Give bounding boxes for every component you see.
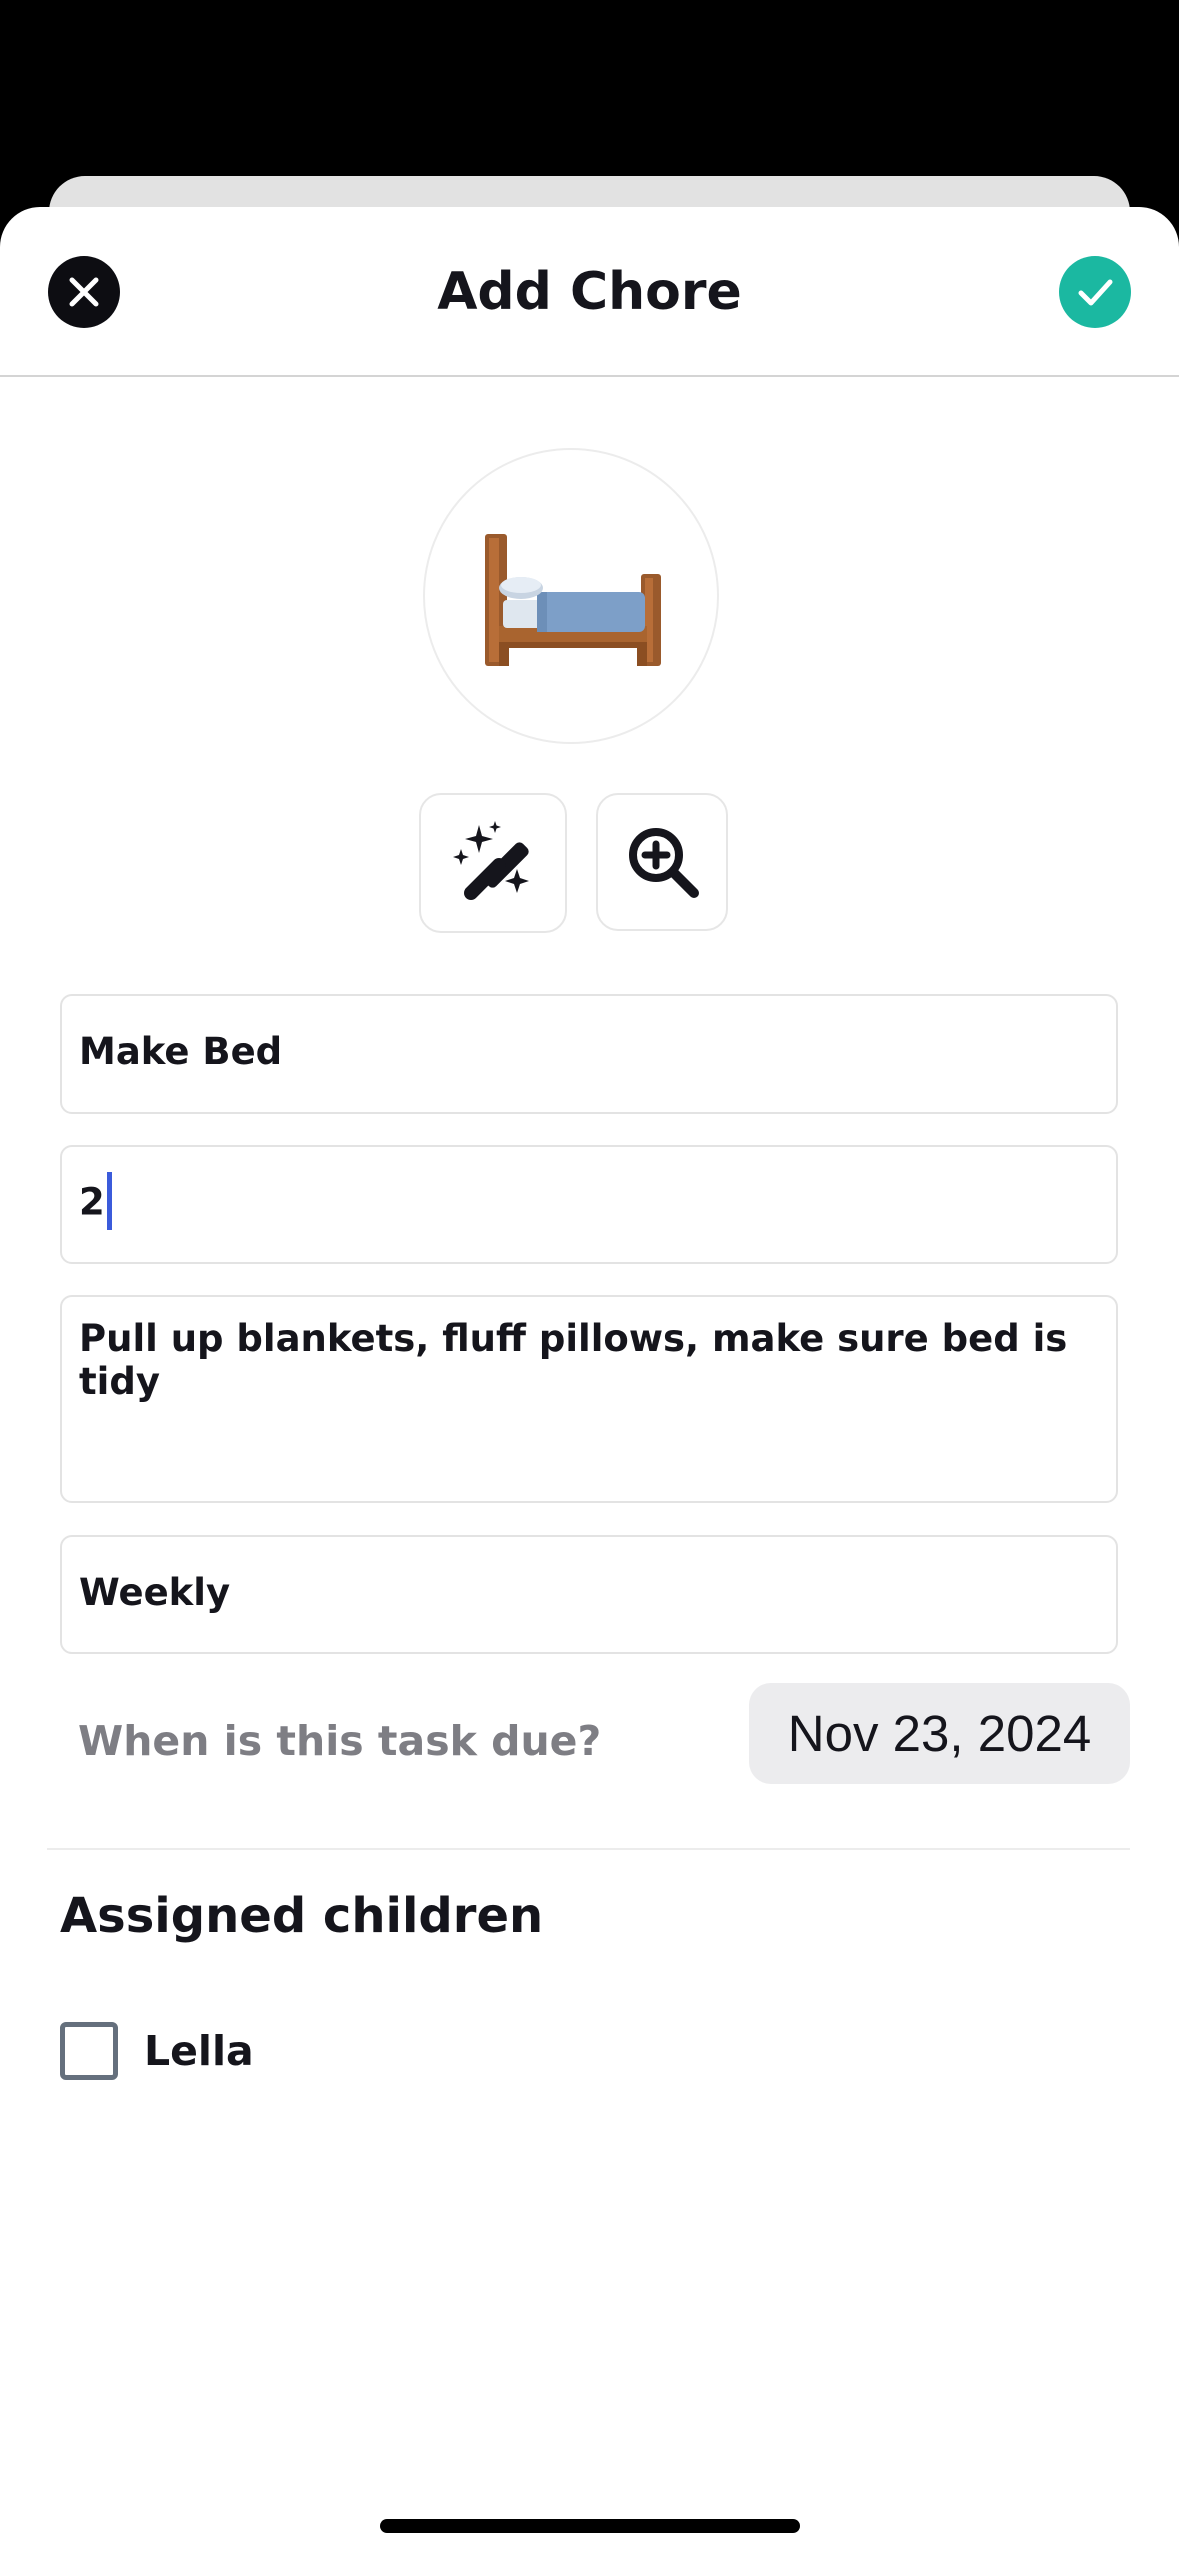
assigned-children-title: Assigned children — [60, 1888, 544, 1944]
auto-generate-icon-button[interactable] — [419, 793, 567, 933]
frequency-field[interactable]: Weekly — [60, 1535, 1118, 1654]
chore-name-value: Make Bed — [79, 1030, 283, 1073]
points-field[interactable]: 2 — [60, 1145, 1118, 1264]
frequency-value: Weekly — [79, 1571, 231, 1614]
due-date-picker[interactable]: Nov 23, 2024 — [749, 1683, 1130, 1784]
description-value: Pull up blankets, fluff pillows, make su… — [79, 1317, 1068, 1403]
chore-name-field[interactable]: Make Bed — [60, 994, 1118, 1114]
child-checkbox[interactable] — [60, 2022, 118, 2080]
magic-wand-icon — [453, 821, 529, 900]
child-name: Lella — [144, 2027, 254, 2075]
sheet-header: Add Chore — [0, 207, 1179, 377]
section-divider — [47, 1848, 1130, 1850]
bed-icon — [485, 534, 661, 666]
points-value: 2 — [79, 1180, 105, 1224]
add-chore-sheet: Add Chore Make Bed 2 Pull up blankets, f… — [0, 207, 1179, 2556]
page-title: Add Chore — [437, 262, 742, 322]
child-checkbox-row[interactable]: Lella — [60, 2020, 460, 2082]
confirm-button[interactable] — [1059, 256, 1131, 328]
home-indicator — [380, 2519, 800, 2533]
zoom-icon-button[interactable] — [596, 793, 728, 931]
text-cursor — [106, 1172, 112, 1230]
description-field[interactable]: Pull up blankets, fluff pillows, make su… — [60, 1295, 1118, 1503]
zoom-in-icon — [629, 828, 699, 898]
due-date-label: When is this task due? — [78, 1717, 602, 1765]
checkmark-icon — [1078, 279, 1113, 306]
chore-emoji-display[interactable] — [423, 448, 719, 744]
